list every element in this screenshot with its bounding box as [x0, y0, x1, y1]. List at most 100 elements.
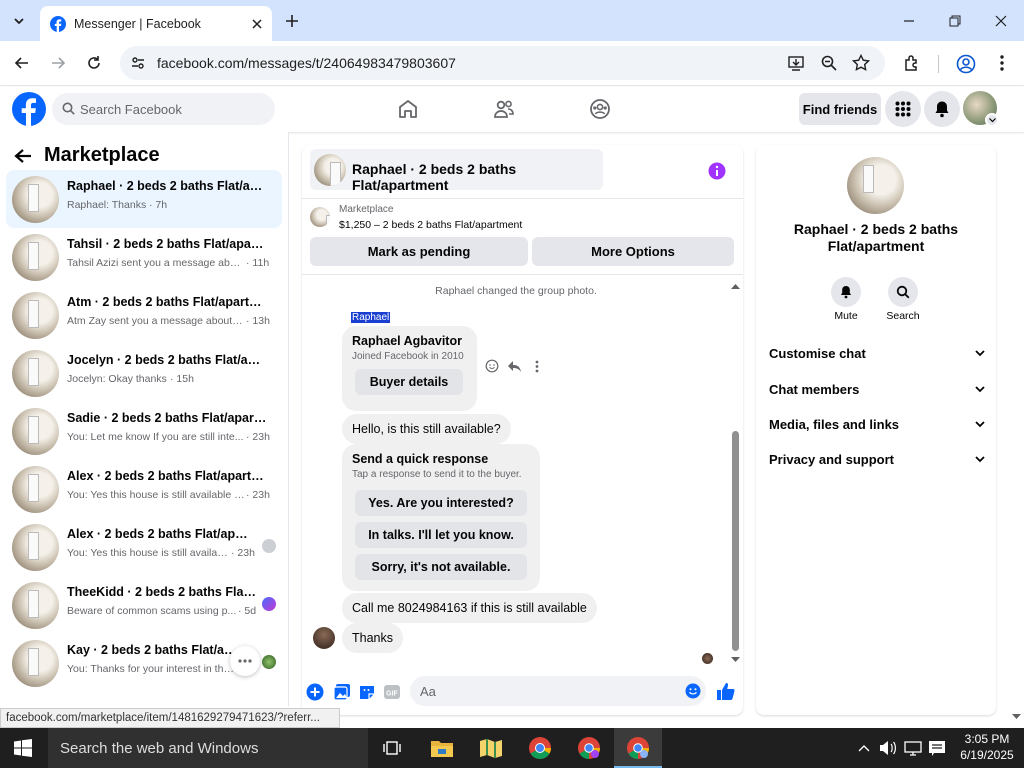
message-scrollbar[interactable] [730, 283, 740, 663]
conversation-item[interactable]: Raphael · 2 beds 2 baths Flat/apar... Ra… [6, 170, 282, 228]
privacy-support-row[interactable]: Privacy and support [769, 452, 985, 467]
conversation-item[interactable]: Tahsil · 2 beds 2 baths Flat/apartm... T… [6, 228, 282, 286]
forward-icon[interactable] [48, 53, 68, 73]
conversation-name: Raphael · 2 beds 2 baths Flat/apar... [67, 179, 267, 193]
quick-reply-button[interactable]: Sorry, it's not available. [355, 554, 527, 580]
quick-reply-button[interactable]: In talks. I'll let you know. [355, 522, 527, 548]
network-icon[interactable] [904, 739, 922, 757]
conversation-item[interactable]: Sadie · 2 beds 2 baths Flat/apartm... Yo… [6, 402, 282, 460]
like-thumb-icon[interactable] [716, 682, 735, 701]
address-bar[interactable]: facebook.com/messages/t/2406498347980360… [120, 46, 885, 80]
back-arrow-icon[interactable] [14, 148, 32, 164]
volume-icon[interactable] [879, 739, 897, 757]
page-scroll-down-icon[interactable] [1012, 714, 1021, 720]
facebook-search-input[interactable]: Search Facebook [52, 93, 275, 125]
home-icon[interactable] [396, 97, 420, 121]
mark-as-pending-button[interactable]: Mark as pending [310, 237, 528, 266]
tab-list-chevron-icon[interactable] [8, 10, 30, 32]
conversation-item[interactable]: Alex · 2 beds 2 baths Flat/apart... You:… [6, 518, 282, 576]
quick-response-title: Send a quick response [352, 452, 489, 466]
reload-icon[interactable] [84, 53, 104, 73]
browser-menu-icon[interactable] [992, 53, 1012, 73]
listing-thumbnail [12, 350, 59, 397]
conversation-time: · 13h [246, 315, 270, 327]
seen-avatar [702, 653, 713, 664]
minimize-icon[interactable] [898, 10, 920, 32]
message-more-icon[interactable] [535, 360, 539, 373]
conversation-time: · 23h [246, 431, 270, 443]
taskbar-search-input[interactable]: Search the web and Windows [48, 728, 368, 768]
extensions-icon[interactable] [902, 53, 922, 73]
media-files-links-row[interactable]: Media, files and links [769, 417, 985, 432]
listing-price[interactable]: $1,250 – 2 beds 2 baths Flat/apartment [339, 219, 522, 231]
maps-app-icon[interactable] [477, 735, 505, 761]
taskbar-clock[interactable]: 3:05 PM 6/19/2025 [952, 731, 1022, 763]
zoom-icon[interactable] [820, 54, 838, 72]
conversation-item[interactable]: TheeKidd · 2 beds 2 baths Flat/a... Bewa… [6, 576, 282, 634]
conversation-time: · 11h [246, 257, 270, 269]
profile-icon[interactable] [955, 53, 977, 75]
facebook-logo-icon[interactable] [12, 92, 46, 126]
search-in-chat-button[interactable] [888, 277, 918, 307]
chat-members-row[interactable]: Chat members [769, 382, 985, 397]
conversation-time: · 15h [170, 373, 194, 385]
react-icon[interactable] [485, 359, 499, 373]
account-avatar[interactable] [963, 91, 999, 127]
conversation-item[interactable]: Kay · 2 beds 2 baths Flat/apart... You: … [6, 634, 282, 692]
notifications-button[interactable] [924, 91, 960, 127]
buyer-details-button[interactable]: Buyer details [355, 369, 463, 395]
message-thread[interactable]: Raphael changed the group photo. Raphael… [302, 274, 743, 666]
conversation-item[interactable]: Alex · 2 beds 2 baths Flat/apartment You… [6, 460, 282, 518]
emoji-icon[interactable] [685, 683, 701, 699]
chat-info-icon[interactable] [708, 162, 726, 180]
new-tab-icon[interactable] [280, 10, 304, 32]
conversation-item[interactable]: Atm · 2 beds 2 baths Flat/apartment Atm … [6, 286, 282, 344]
conversation-options-button[interactable] [230, 646, 260, 676]
notification-center-icon[interactable] [928, 739, 946, 757]
chrome-active-taskbar-button[interactable] [614, 728, 662, 768]
magnifier-icon [896, 285, 910, 299]
clock-time: 3:05 PM [964, 732, 1010, 746]
browser-tab-strip: Messenger | Facebook [0, 0, 1024, 41]
chat-header[interactable]: Raphael · 2 beds 2 baths Flat/apartment [310, 149, 603, 193]
sender-avatar[interactable] [313, 627, 335, 649]
scroll-down-icon[interactable] [731, 657, 740, 663]
chrome-icon[interactable] [526, 735, 554, 761]
message-bubble[interactable]: Hello, is this still available? [342, 414, 511, 444]
conversation-name: Atm · 2 beds 2 baths Flat/apartment [67, 295, 267, 309]
task-view-icon[interactable] [381, 737, 403, 759]
gif-icon[interactable]: GIF [383, 683, 401, 701]
file-explorer-icon[interactable] [428, 735, 456, 761]
bookmark-star-icon[interactable] [852, 54, 870, 72]
message-input[interactable]: Aa [410, 676, 706, 706]
message-bubble[interactable]: Thanks [342, 623, 403, 653]
install-app-icon[interactable] [787, 54, 805, 72]
windows-start-icon[interactable] [10, 738, 36, 758]
listing-small-thumbnail [310, 207, 330, 227]
scroll-thumb[interactable] [732, 431, 739, 651]
more-options-button[interactable]: More Options [532, 237, 734, 266]
chrome-profile-icon[interactable] [575, 735, 603, 761]
menu-grid-button[interactable] [885, 91, 921, 127]
find-friends-button[interactable]: Find friends [799, 93, 881, 125]
close-window-icon[interactable] [990, 10, 1012, 32]
conversation-item[interactable]: Jocelyn · 2 beds 2 baths Flat/apart... J… [6, 344, 282, 402]
read-receipt-avatar [262, 597, 276, 611]
groups-icon[interactable] [588, 97, 612, 121]
customise-chat-row[interactable]: Customise chat [769, 346, 985, 361]
back-icon[interactable] [12, 53, 32, 73]
photo-icon[interactable] [333, 683, 351, 701]
plus-icon[interactable] [306, 683, 324, 701]
tab-close-icon[interactable] [252, 18, 262, 29]
quick-reply-button[interactable]: Yes. Are you interested? [355, 490, 527, 516]
show-hidden-icons-icon[interactable] [856, 740, 872, 756]
message-bubble[interactable]: Call me 8024984163 if this is still avai… [342, 593, 597, 623]
restore-icon[interactable] [944, 10, 966, 32]
sticker-icon[interactable] [358, 683, 376, 701]
friends-icon[interactable] [492, 97, 516, 121]
site-info-icon[interactable] [130, 55, 146, 71]
reply-icon[interactable] [507, 360, 522, 373]
active-tab[interactable]: Messenger | Facebook [40, 6, 272, 41]
mute-button[interactable] [831, 277, 861, 307]
scroll-up-icon[interactable] [731, 283, 740, 289]
